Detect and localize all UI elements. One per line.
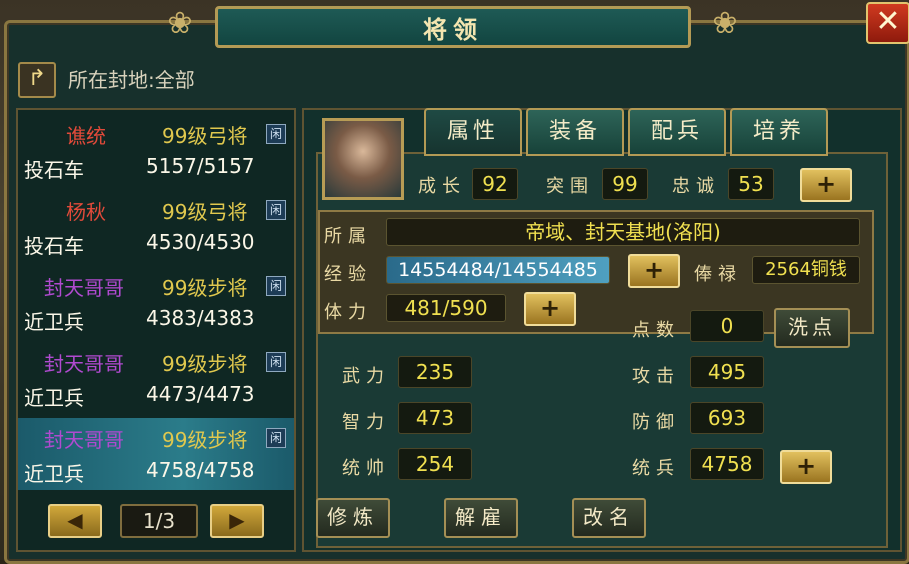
idle-badge: 闲 xyxy=(266,428,286,448)
general-portrait-avatar xyxy=(322,118,404,200)
list-item-troop-2[interactable]: 投石车 4530/4530 xyxy=(18,224,294,262)
exp-label: 经验 xyxy=(324,264,372,285)
unit-type: 近卫兵 xyxy=(24,310,84,334)
loyalty-plus-button[interactable]: + xyxy=(800,168,852,202)
general-name: 杨秋 xyxy=(66,200,106,224)
idle-badge: 闲 xyxy=(266,276,286,296)
troop-count: 5157/5157 xyxy=(146,154,255,178)
plus-icon: + xyxy=(539,294,561,322)
triangle-right-icon: ▶ xyxy=(229,508,245,532)
list-item-troop-1[interactable]: 投石车 5157/5157 xyxy=(18,148,294,186)
affiliation-label: 所属 xyxy=(324,226,372,247)
tab-troops[interactable]: 配兵 xyxy=(628,108,726,156)
list-item-general-2[interactable]: 杨秋 99级弓将 闲 xyxy=(18,190,294,228)
stamina-label: 体力 xyxy=(324,302,372,323)
location-filter[interactable]: 所在封地:全部 xyxy=(68,64,195,93)
list-item-general-5-selected[interactable]: 封天哥哥 99级步将 闲 xyxy=(18,418,294,456)
list-item-general-3[interactable]: 封天哥哥 99级步将 闲 xyxy=(18,266,294,304)
unit-type: 近卫兵 xyxy=(24,386,84,410)
prev-page-button[interactable]: ◀ xyxy=(48,504,102,538)
plus-icon: + xyxy=(815,170,837,198)
loyalty-label: 忠诚 xyxy=(672,176,720,197)
troop-capacity-label: 统兵 xyxy=(632,458,680,479)
stamina-plus-button[interactable]: + xyxy=(524,292,576,326)
general-name: 谯统 xyxy=(66,124,106,148)
general-name: 封天哥哥 xyxy=(44,428,124,452)
loyalty-value: 53 xyxy=(728,168,774,200)
troop-count: 4383/4383 xyxy=(146,306,255,330)
page-indicator: 1/3 xyxy=(120,504,198,538)
troop-count: 4758/4758 xyxy=(146,458,255,482)
general-level: 99级步将 xyxy=(162,276,248,300)
defense-value: 693 xyxy=(690,402,764,434)
breakout-value: 99 xyxy=(602,168,648,200)
general-level: 99级步将 xyxy=(162,352,248,376)
general-name: 封天哥哥 xyxy=(44,352,124,376)
general-level: 99级步将 xyxy=(162,428,248,452)
leadership-value: 254 xyxy=(398,448,472,480)
tab-attributes[interactable]: 属性 xyxy=(424,108,522,156)
troop-count: 4473/4473 xyxy=(146,382,255,406)
growth-label: 成长 xyxy=(418,176,466,197)
train-button[interactable]: 修炼 xyxy=(316,498,390,538)
exp-plus-button[interactable]: + xyxy=(628,254,680,288)
tab-equipment[interactable]: 装备 xyxy=(526,108,624,156)
idle-badge: 闲 xyxy=(266,352,286,372)
salary-value: 2564铜钱 xyxy=(752,256,860,284)
unit-type: 近卫兵 xyxy=(24,462,84,486)
idle-badge: 闲 xyxy=(266,124,286,144)
affiliation-value: 帝域、封天基地(洛阳) xyxy=(386,218,860,246)
tab-cultivate[interactable]: 培养 xyxy=(730,108,828,156)
leadership-label: 统帅 xyxy=(342,458,390,479)
exp-bar: 14554484/14554485 xyxy=(386,256,610,284)
rename-button[interactable]: 改名 xyxy=(572,498,646,538)
arrow-return-icon: ↱ xyxy=(27,66,47,91)
close-button[interactable]: ✕ xyxy=(866,2,909,44)
plus-icon: + xyxy=(795,452,817,480)
troop-capacity-plus-button[interactable]: + xyxy=(780,450,832,484)
list-item-troop-4[interactable]: 近卫兵 4473/4473 xyxy=(18,376,294,414)
defense-label: 防御 xyxy=(632,412,680,433)
points-label: 点数 xyxy=(632,320,680,341)
close-icon: ✕ xyxy=(875,4,901,39)
unit-type: 投石车 xyxy=(24,234,84,258)
salary-label: 俸禄 xyxy=(694,264,742,285)
attack-label: 攻击 xyxy=(632,366,680,387)
intelligence-label: 智力 xyxy=(342,412,390,433)
plus-icon: + xyxy=(643,256,665,284)
points-value: 0 xyxy=(690,310,764,342)
general-level: 99级弓将 xyxy=(162,124,248,148)
list-item-general-1[interactable]: 谯统 99级弓将 闲 xyxy=(18,114,294,152)
list-item-troop-3[interactable]: 近卫兵 4383/4383 xyxy=(18,300,294,338)
dismiss-button[interactable]: 解雇 xyxy=(444,498,518,538)
cloud-ornament-left: ❀ xyxy=(167,6,193,41)
list-item-troop-5-selected[interactable]: 近卫兵 4758/4758 xyxy=(18,452,294,490)
idle-badge: 闲 xyxy=(266,200,286,220)
unit-type: 投石车 xyxy=(24,158,84,182)
cloud-ornament-right: ❀ xyxy=(712,6,738,41)
troop-capacity-value: 4758 xyxy=(690,448,764,480)
stamina-value: 481/590 xyxy=(386,294,506,322)
attack-value: 495 xyxy=(690,356,764,388)
next-page-button[interactable]: ▶ xyxy=(210,504,264,538)
growth-value: 92 xyxy=(472,168,518,200)
intelligence-value: 473 xyxy=(398,402,472,434)
list-item-general-4[interactable]: 封天哥哥 99级步将 闲 xyxy=(18,342,294,380)
general-level: 99级弓将 xyxy=(162,200,248,224)
general-name: 封天哥哥 xyxy=(44,276,124,300)
back-button[interactable]: ↱ xyxy=(18,62,56,98)
force-value: 235 xyxy=(398,356,472,388)
triangle-left-icon: ◀ xyxy=(67,508,83,532)
breakout-label: 突围 xyxy=(546,176,594,197)
window-title: 将领 xyxy=(423,16,483,44)
troop-count: 4530/4530 xyxy=(146,230,255,254)
general-list: 谯统 99级弓将 闲 投石车 5157/5157 杨秋 99级弓将 闲 投石车 … xyxy=(16,108,296,552)
reset-points-button[interactable]: 洗点 xyxy=(774,308,850,348)
force-label: 武力 xyxy=(342,366,390,387)
